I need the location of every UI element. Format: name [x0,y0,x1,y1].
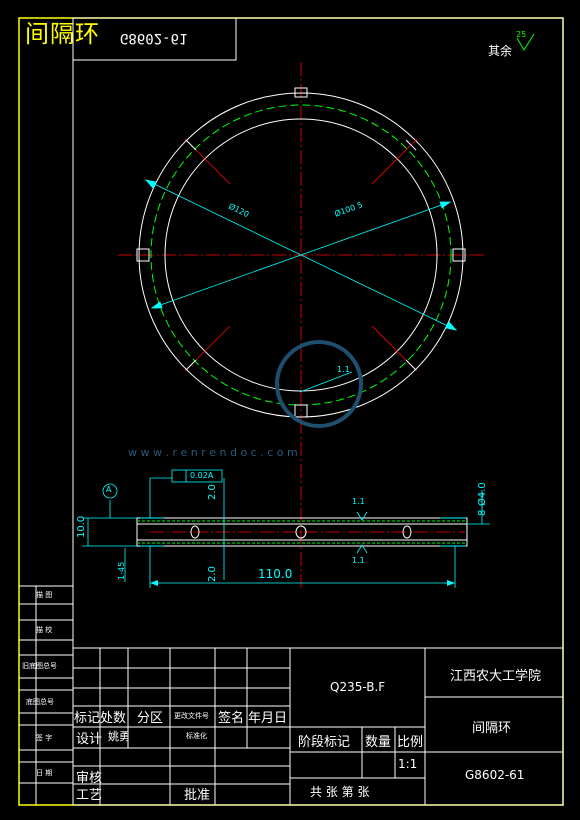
surface-finish-label: 其余 [488,44,513,58]
design-label: 设计 [76,732,103,747]
qty-label: 数量 [365,735,392,750]
dim-left-top: 2.0 [207,484,218,500]
standard-label: 标准化 [186,732,207,740]
dim-width: 110.0 [258,567,293,581]
approve-label: 批准 [184,788,211,803]
dim-side: 1-45 [117,561,126,580]
side-label-check: 描 校 [36,626,53,634]
row-label-count: 处数 [100,711,127,726]
mirrored-drawing-no: G8602-61 [120,30,188,46]
process-label: 工艺 [76,788,103,803]
tolerance-value: 0.02A [190,471,214,480]
row-label-mark: 标记 [74,711,101,726]
scale-label: 比例 [397,735,424,750]
side-label-sign: 签 字 [36,734,53,742]
part-name: 间隔环 [472,721,512,736]
dim-thickness: 10.0 [76,515,87,538]
row-label-sign: 签名 [218,711,245,726]
school-name: 江西农大工学院 [450,669,542,684]
roughness-top: 1.1 [352,497,365,506]
row-label-date: 年月日 [248,711,288,726]
side-label-date: 日 期 [36,769,53,777]
scale-value: 1:1 [398,757,418,771]
dim-holes: 8-Ø4.0 [477,482,488,516]
material: Q235-B.F [330,680,386,694]
dim-left-bottom: 2.0 [207,566,218,582]
row-label-file: 更改文件号 [174,712,209,720]
stage-label: 阶段标记 [298,735,351,750]
sheets-label: 共 张 第 张 [310,785,370,799]
side-label-old-no: 旧底图总号 [22,662,57,670]
header-title: 间隔环 [25,20,100,48]
drawing-sheet: 间隔环 G8602-61 其余 25 Ø120 Ø100 5 1.1 w w w… [0,0,580,820]
row-label-zone: 分区 [137,711,164,726]
surface-finish-value: 25 [516,30,527,39]
datum-label: A [106,485,112,494]
drawing-number: G8602-61 [465,768,525,782]
designer-name: 姚勇 [108,730,130,743]
side-label-trace: 描 图 [36,591,53,599]
watermark-logo [275,340,363,428]
side-label-base-no: 底图总号 [26,698,54,706]
roughness-bottom: 1.1 [352,556,365,565]
watermark-url: w w w . r e n r e n d o c . c o m [128,446,298,459]
